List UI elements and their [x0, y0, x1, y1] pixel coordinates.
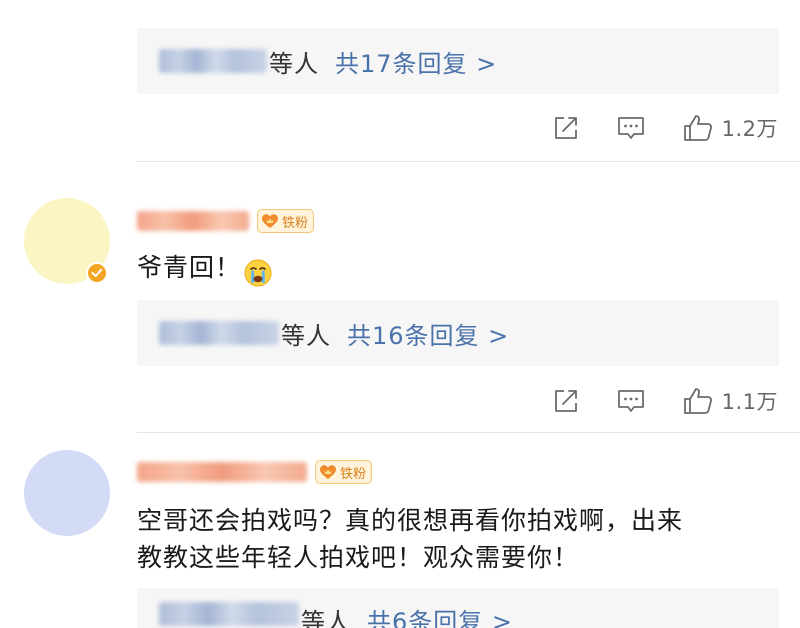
fan-badge-label: 铁粉	[282, 215, 309, 231]
blurred-replier-names	[159, 321, 279, 345]
comment-text: 空哥还会拍戏吗？真的很想再看你拍戏啊，出来 教教这些年轻人拍戏吧！观众需要你！	[137, 502, 683, 576]
comment-divider	[137, 161, 800, 162]
reply-summary[interactable]: 等人 共6条回复 >	[137, 588, 779, 628]
like-icon[interactable]	[682, 112, 714, 144]
comment-icon[interactable]	[616, 386, 646, 416]
blurred-replier-names	[159, 49, 267, 73]
reply-summary[interactable]: 等人 共16条回复 >	[137, 300, 779, 366]
blurred-username	[137, 211, 249, 231]
comment-actions: 1.2万	[552, 111, 778, 145]
fan-badge: 铁粉	[315, 460, 373, 484]
avatar[interactable]	[24, 450, 110, 536]
replier-suffix: 等人	[281, 321, 331, 350]
blurred-replier-names	[159, 602, 299, 626]
crying-face-icon	[243, 259, 273, 288]
comment-line: 空哥还会拍戏吗？真的很想再看你拍戏啊，出来	[137, 506, 684, 535]
fan-badge-label: 铁粉	[340, 466, 367, 482]
fan-badge: 铁粉	[257, 209, 315, 233]
like-count: 1.2万	[721, 117, 778, 141]
comment-line: 教教这些年轻人拍戏吧！观众需要你！	[137, 543, 580, 572]
share-icon[interactable]	[552, 387, 580, 415]
comment-icon[interactable]	[616, 113, 646, 143]
view-replies-link[interactable]: 共6条回复 >	[367, 602, 513, 628]
heart-crown-icon	[319, 464, 337, 480]
like-icon[interactable]	[682, 385, 714, 417]
view-replies-link[interactable]: 共16条回复 >	[347, 316, 509, 351]
reply-summary[interactable]: 等人 共17条回复 >	[137, 28, 779, 94]
blurred-username	[137, 462, 307, 482]
replier-suffix: 等人	[301, 608, 351, 628]
comment-author[interactable]: 铁粉	[137, 206, 315, 236]
comment-actions: 1.1万	[552, 384, 778, 418]
view-replies-link[interactable]: 共17条回复 >	[335, 44, 497, 79]
comment-body: 爷青回！	[137, 253, 242, 282]
comment-author[interactable]: 铁粉	[137, 457, 373, 487]
heart-crown-icon	[261, 213, 279, 229]
replier-suffix: 等人	[269, 49, 319, 78]
like-count: 1.1万	[721, 390, 778, 414]
verified-badge-icon	[86, 262, 108, 284]
share-icon[interactable]	[552, 114, 580, 142]
comment-divider	[137, 432, 800, 433]
comment-feed: 等人 共17条回复 > 1.2万 铁粉 爷青回！ 等人 共16条回复 > 1.1…	[0, 0, 800, 628]
comment-text: 爷青回！	[137, 249, 273, 292]
